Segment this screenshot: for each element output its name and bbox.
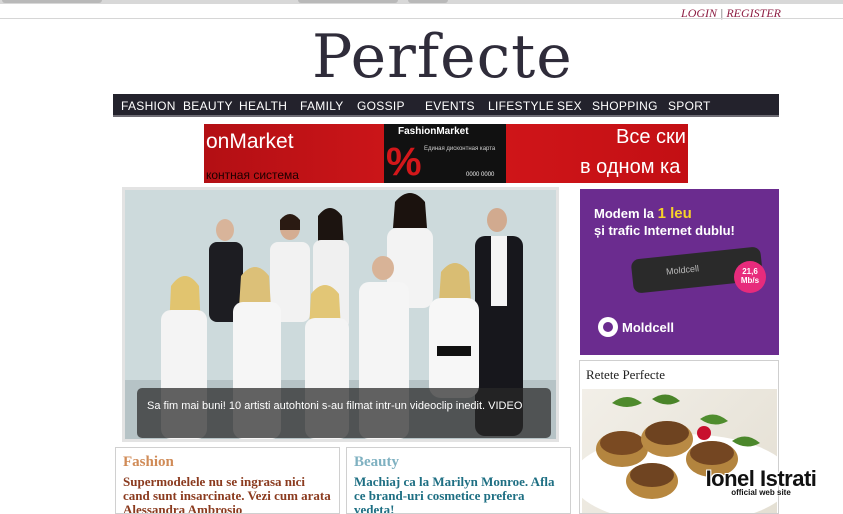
moldcell-logo: Moldcell <box>598 317 674 337</box>
nav-item-lifestyle[interactable]: LIFESTYLE <box>484 99 558 113</box>
nav-item-beauty[interactable]: BEAUTY <box>179 99 237 113</box>
nav-item-gossip[interactable]: GOSSIP <box>353 99 409 113</box>
banner-headline-1: Все ски <box>616 126 686 148</box>
nav-item-shopping[interactable]: SHOPPING <box>588 99 662 113</box>
browser-tab[interactable] <box>2 0 102 3</box>
ad-headline: Modem la 1 leu <box>594 205 692 222</box>
banner-headline-2: в одном ка <box>580 156 681 178</box>
nav-item-sex[interactable]: SEX <box>553 99 586 113</box>
speed-badge: 21,6 Mb/s <box>734 261 766 293</box>
card-title: FashionMarket <box>398 126 469 137</box>
ad-price: 1 leu <box>657 205 692 222</box>
percent-icon: % <box>386 140 422 183</box>
watermark: Ionel Istrati official web site <box>686 466 836 497</box>
fashion-box[interactable]: Fashion Supermodelele nu se ingrasa nici… <box>115 447 340 514</box>
featured-article[interactable]: Sa fim mai buni! 10 artisti autohtoni s-… <box>122 187 559 442</box>
banner-sub-text: контная система <box>206 168 299 182</box>
card-number: 0000 0000 <box>466 172 495 178</box>
browser-tab[interactable] <box>408 0 448 3</box>
moldcell-ad[interactable]: Modem la 1 leu și trafic Internet dublu!… <box>580 189 779 355</box>
nav-item-fashion[interactable]: FASHION <box>117 99 180 113</box>
speed-value: 21,6 <box>742 267 758 276</box>
fashion-box-title[interactable]: Fashion <box>123 454 332 471</box>
main-nav: FASHION BEAUTY HEALTH FAMILY GOSSIP EVEN… <box>113 94 779 117</box>
moldcell-brand-text: Moldcell <box>622 319 675 335</box>
recipes-title[interactable]: Retete Perfecte <box>586 367 665 383</box>
browser-tab[interactable] <box>298 0 398 3</box>
header-divider <box>0 18 843 19</box>
moldcell-logo-icon <box>598 317 618 337</box>
site-logo[interactable]: Perfecte <box>312 22 582 92</box>
beauty-box[interactable]: Beauty Machiaj ca la Marilyn Monroe. Afl… <box>346 447 571 514</box>
fashion-box-headline[interactable]: Supermodelele nu se ingrasa nici cand su… <box>123 475 332 514</box>
banner-brand-text: onMarket <box>206 130 294 153</box>
nav-item-health[interactable]: HEALTH <box>235 99 291 113</box>
ad-headline-prefix: Modem la <box>594 206 654 221</box>
nav-item-sport[interactable]: SPORT <box>664 99 715 113</box>
beauty-box-headline[interactable]: Machiaj ca la Marilyn Monroe. Afla ce br… <box>354 475 563 514</box>
speed-unit: Mb/s <box>740 276 760 285</box>
nav-item-family[interactable]: FAMILY <box>296 99 348 113</box>
card-sub-text: Единая дисконтная карта <box>424 146 496 152</box>
nav-item-events[interactable]: EVENTS <box>421 99 479 113</box>
ad-subheadline: și trafic Internet dublu! <box>594 223 735 238</box>
discount-card-image: FashionMarket % Единая дисконтная карта … <box>384 124 506 183</box>
beauty-box-title[interactable]: Beauty <box>354 454 563 471</box>
featured-caption[interactable]: Sa fim mai buni! 10 artisti autohtoni s-… <box>137 388 551 438</box>
fashion-market-banner[interactable]: onMarket контная система FashionMarket %… <box>204 124 688 183</box>
